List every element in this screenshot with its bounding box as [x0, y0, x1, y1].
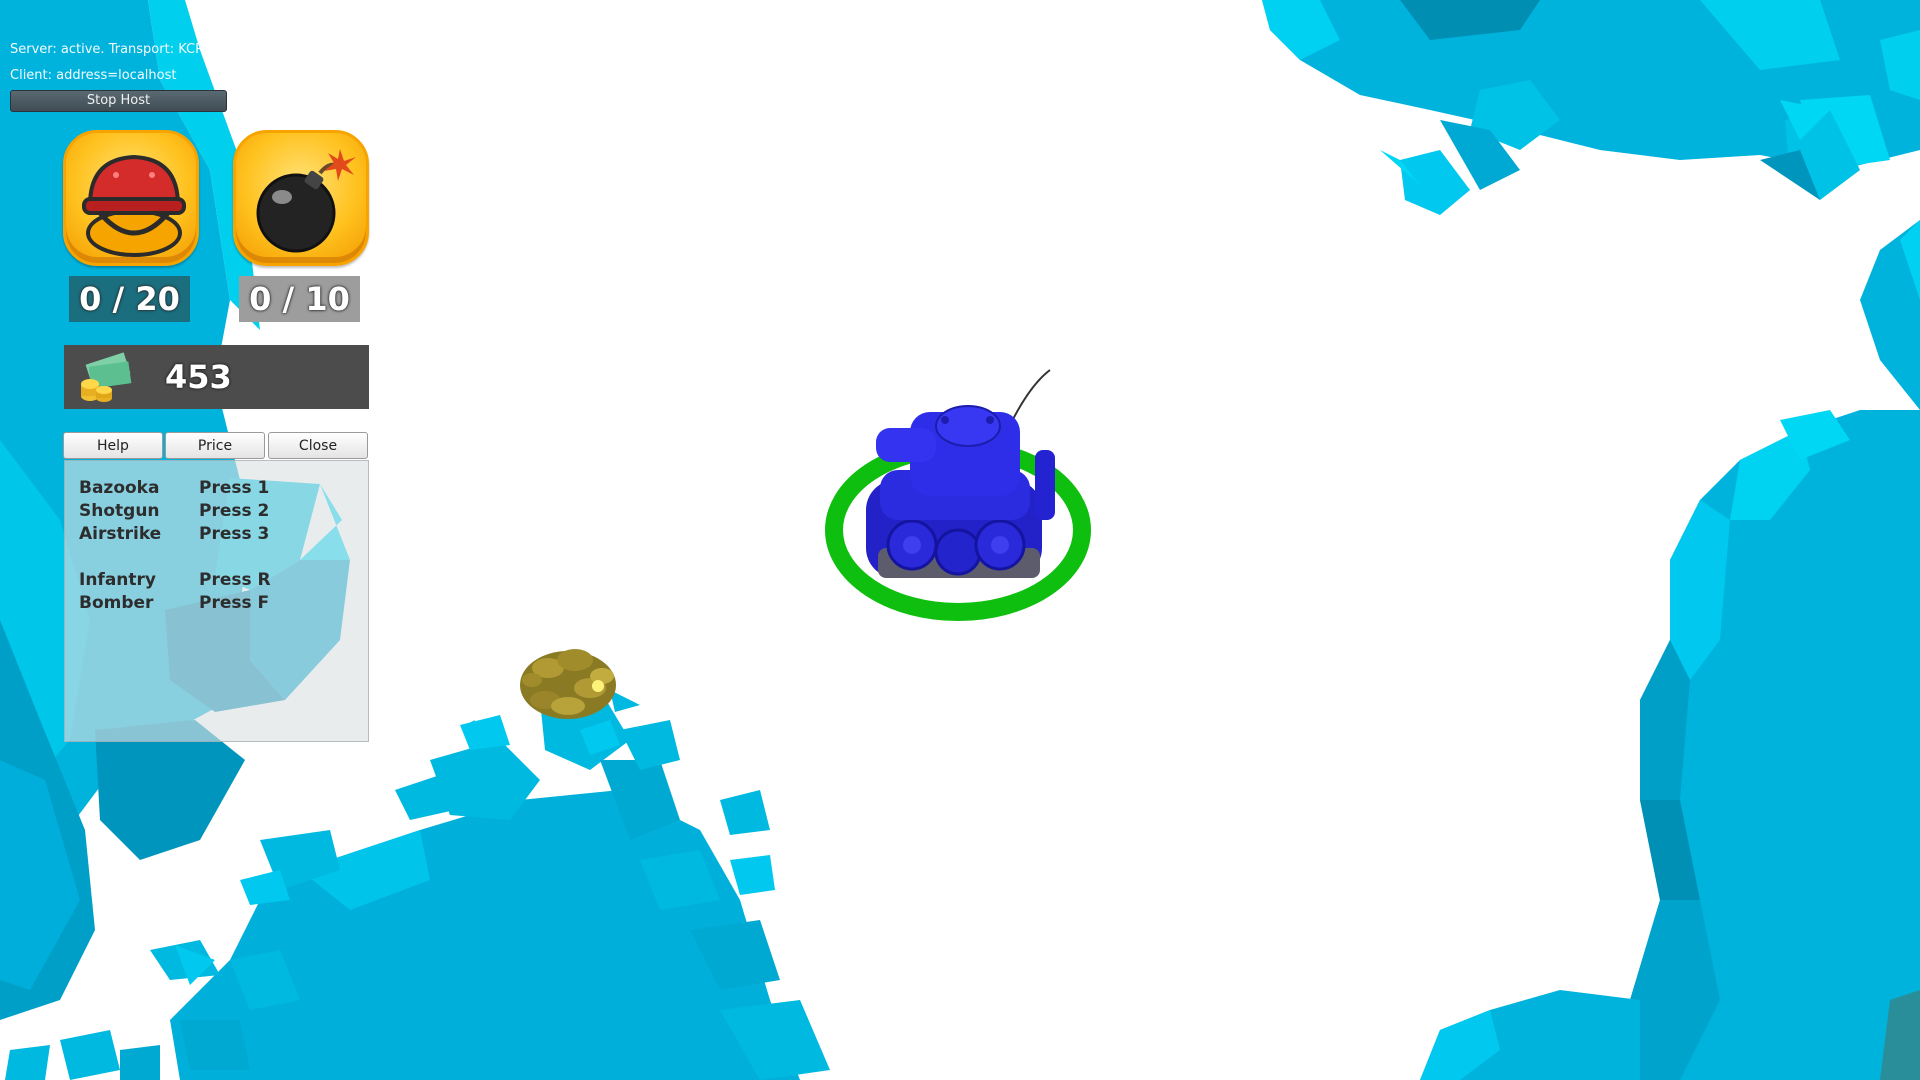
server-status-text: Server: active. Transport: KCP	[10, 42, 203, 57]
help-item-shotgun: Shotgun	[79, 501, 160, 521]
ice-crystals-top-right	[1262, 0, 1920, 215]
tab-help[interactable]: Help	[63, 432, 163, 459]
help-key-bazooka: Press 1	[199, 478, 270, 498]
bomb-icon[interactable]	[233, 130, 369, 266]
help-key-shotgun: Press 2	[199, 501, 270, 521]
ice-cliff-right	[1630, 220, 1920, 1080]
blue-tank[interactable]	[866, 369, 1055, 578]
help-key-airstrike: Press 3	[199, 524, 270, 544]
gold-coin-pile[interactable]	[520, 649, 616, 719]
help-item-bazooka: Bazooka	[79, 478, 160, 498]
stop-host-button[interactable]: Stop Host	[10, 90, 227, 112]
money-value: 453	[165, 358, 232, 396]
tab-price[interactable]: Price	[165, 432, 265, 459]
help-item-infantry: Infantry	[79, 570, 156, 590]
ice-bottom-right	[1420, 990, 1640, 1080]
helmet-count: 0 / 20	[69, 276, 190, 322]
help-item-bomber: Bomber	[79, 593, 154, 613]
help-key-bomber: Press F	[199, 593, 270, 613]
help-item-airstrike: Airstrike	[79, 524, 162, 544]
client-status-text: Client: address=localhost	[10, 68, 177, 83]
tab-close[interactable]: Close	[268, 432, 368, 459]
cash-coins-icon	[78, 352, 134, 404]
helmet-icon[interactable]	[63, 130, 199, 266]
bomb-count: 0 / 10	[239, 276, 360, 322]
help-key-infantry: Press R	[199, 570, 271, 590]
